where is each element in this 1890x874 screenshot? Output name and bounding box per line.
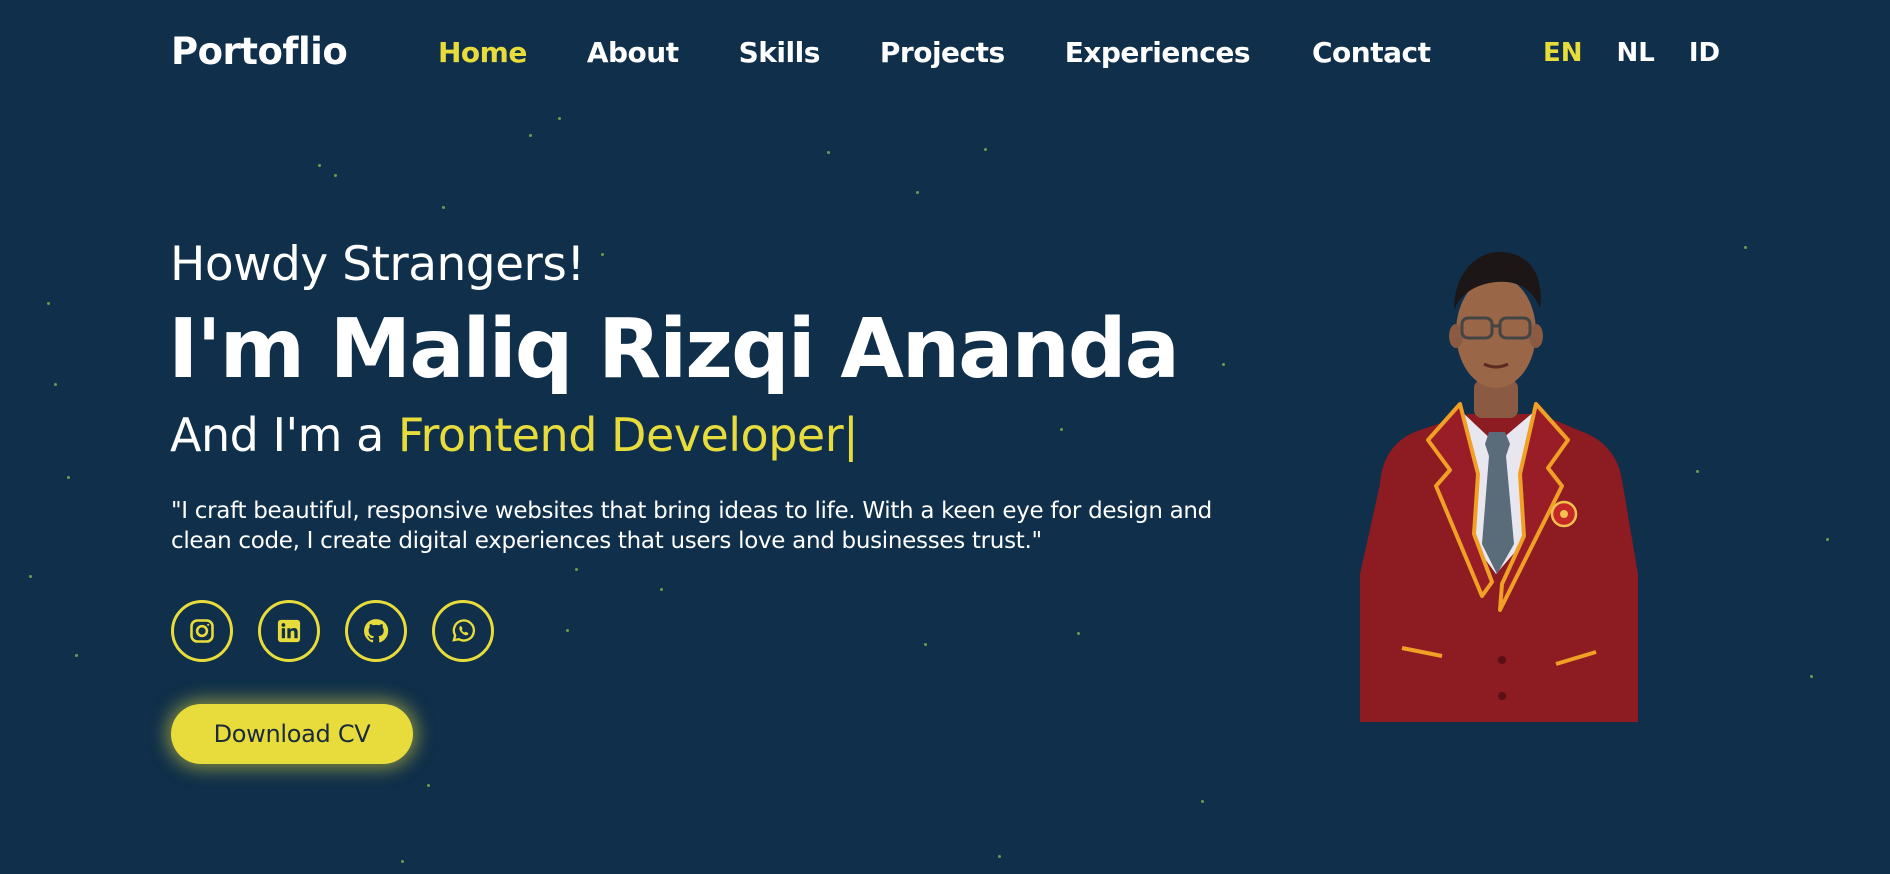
profile-photo (1360, 251, 1638, 722)
hero-quote: "I craft beautiful, responsive websites … (171, 498, 1212, 554)
hero-role: And I'm a Frontend Developer| (170, 408, 859, 462)
github-link[interactable] (345, 600, 407, 662)
linkedin-link[interactable] (258, 600, 320, 662)
nav-item-about[interactable]: About (587, 36, 679, 69)
instagram-icon (190, 619, 214, 643)
download-cv-button[interactable]: Download CV (171, 704, 413, 764)
nav-item-experiences[interactable]: Experiences (1065, 36, 1251, 69)
main-nav: Home About Skills Projects Experiences C… (438, 36, 1431, 69)
lang-option-id[interactable]: ID (1689, 38, 1720, 68)
nav-item-projects[interactable]: Projects (880, 36, 1005, 69)
nav-item-contact[interactable]: Contact (1312, 36, 1431, 69)
role-highlight: Frontend Developer (397, 408, 844, 462)
whatsapp-icon (452, 619, 476, 642)
logo[interactable]: Portoflio (171, 30, 348, 73)
hero-greeting: Howdy Strangers! (170, 237, 585, 292)
page: Portoflio Home About Skills Projects Exp… (0, 0, 1890, 874)
lang-option-en[interactable]: EN (1543, 38, 1583, 68)
hero-name: I'm Maliq Rizqi Ananda (168, 302, 1180, 397)
language-switcher: EN NL ID (1543, 38, 1720, 68)
role-prefix: And I'm a (170, 408, 398, 462)
nav-item-skills[interactable]: Skills (739, 36, 821, 69)
typing-cursor: | (843, 408, 859, 462)
social-links (171, 600, 494, 662)
whatsapp-link[interactable] (432, 600, 494, 662)
github-icon (364, 619, 389, 643)
lang-option-nl[interactable]: NL (1617, 38, 1655, 68)
linkedin-icon (277, 619, 301, 643)
nav-item-home[interactable]: Home (438, 36, 527, 69)
instagram-link[interactable] (171, 600, 233, 662)
